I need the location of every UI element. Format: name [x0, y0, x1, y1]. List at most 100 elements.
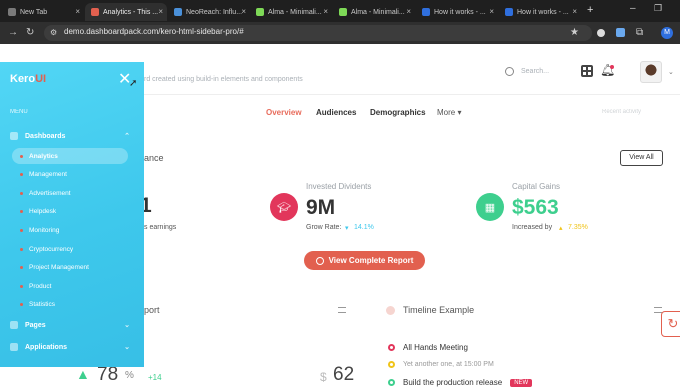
- browser-tab[interactable]: New Tab ×: [2, 3, 84, 21]
- sidebar-logo: KeroUI: [10, 73, 46, 85]
- grid-apps-icon[interactable]: [581, 65, 593, 77]
- tab-favicon-icon: [505, 8, 513, 16]
- sidebar-item[interactable]: Cryptocurrency: [12, 241, 128, 257]
- sidebar-item-label: Product: [29, 282, 52, 290]
- new-tab-button[interactable]: +: [587, 4, 593, 16]
- window-minimize-icon[interactable]: –: [630, 3, 636, 14]
- tab-close-icon[interactable]: ×: [572, 7, 577, 16]
- chevron-down-icon: ⌄: [124, 344, 130, 351]
- tab-close-icon[interactable]: ×: [241, 7, 246, 16]
- tab-label: How it works - ...: [434, 8, 486, 16]
- sidebar-item[interactable]: Management: [12, 167, 128, 183]
- sidebar-item-label: Management: [29, 171, 67, 179]
- sidebar-group-dashboards[interactable]: Dashboards ⌃: [10, 132, 134, 140]
- extensions-puzzle-icon[interactable]: ⧉: [636, 27, 643, 39]
- sidebar-group-applications[interactable]: Applications ⌄: [10, 343, 134, 351]
- url-text: demo.dashboardpack.com/kero-html-sidebar…: [64, 27, 244, 36]
- sidebar-bullet-icon: [20, 247, 23, 251]
- site-info-icon[interactable]: ⚙: [50, 27, 57, 39]
- sidebar-bullet-icon: [20, 210, 23, 214]
- rocket-icon: [10, 132, 18, 140]
- timeline-item-text: All Hands Meeting: [403, 343, 468, 352]
- metric-label-3: Capital Gains: [512, 182, 561, 191]
- sidebar: KeroUI ✕ ➚ MENU Dashboards ⌃ Analytics Ma…: [0, 62, 144, 367]
- profile-avatar[interactable]: M: [661, 27, 673, 39]
- browser-tab-bar: New Tab × Analytics - This ... × NeoReach: I…: [0, 0, 680, 22]
- tab-audiences[interactable]: Audiences: [316, 108, 356, 117]
- sidebar-item[interactable]: Analytics: [12, 148, 128, 164]
- browser-tab[interactable]: How it works - ... ×: [499, 3, 581, 21]
- browser-tab[interactable]: How it works - ... ×: [416, 3, 498, 21]
- reload-icon[interactable]: ↻: [26, 27, 34, 39]
- tab-close-icon[interactable]: ×: [489, 7, 494, 16]
- user-avatar[interactable]: [640, 61, 662, 83]
- browser-tab[interactable]: Alma - Minimali... ×: [333, 3, 415, 21]
- metric-increase-label: Increased by: [512, 224, 553, 231]
- metric-value-2: 9M: [306, 196, 336, 219]
- tab-favicon-icon: [8, 8, 16, 16]
- timeline-item: Yet another one, at 15:00 PM: [388, 361, 494, 368]
- sidebar-item[interactable]: Monitoring: [12, 222, 128, 238]
- tab-favicon-icon: [174, 8, 182, 16]
- sidebar-item[interactable]: Helpdesk: [12, 204, 128, 220]
- timeline-item: All Hands Meeting: [388, 343, 468, 352]
- applications-icon: [10, 343, 18, 351]
- sidebar-item[interactable]: Product: [12, 278, 128, 294]
- tab-close-icon[interactable]: ×: [406, 7, 411, 16]
- window-restore-icon[interactable]: ❐: [654, 3, 662, 14]
- sidebar-item-label: Monitoring: [29, 226, 60, 234]
- timeline-dot: [388, 344, 395, 351]
- sidebar-group-pages[interactable]: Pages ⌄: [10, 321, 134, 329]
- browser-tab[interactable]: Alma - Minimali... ×: [250, 3, 332, 21]
- sidebar-item-label: Helpdesk: [29, 208, 57, 216]
- view-all-button[interactable]: View All: [620, 150, 663, 166]
- sidebar-item[interactable]: Statistics: [12, 297, 128, 313]
- search-icon[interactable]: [505, 67, 514, 76]
- tab-more[interactable]: More ▾: [437, 108, 461, 117]
- recent-activity-hint: Recent activity: [602, 109, 642, 115]
- sidebar-item-label: Advertisement: [29, 189, 71, 197]
- metric-grow-label: Grow Rate:: [306, 224, 342, 231]
- header-divider: [144, 94, 680, 95]
- tab-close-icon[interactable]: ×: [323, 7, 328, 16]
- tab-favicon-icon: [339, 8, 347, 16]
- bookmark-star-icon[interactable]: ★: [570, 27, 579, 39]
- metric-grow-value: 14.1%: [354, 224, 374, 231]
- tab-close-icon[interactable]: ×: [75, 7, 80, 16]
- tab-favicon-icon: [91, 8, 99, 16]
- tab-label: Alma - Minimali...: [268, 8, 322, 16]
- timeline-title: Timeline Example: [403, 305, 475, 315]
- browser-tab[interactable]: Analytics - This ... ×: [85, 3, 167, 21]
- browser-tab[interactable]: NeoReach: Influ... ×: [168, 3, 250, 21]
- chevron-down-icon[interactable]: ⌄: [668, 68, 674, 76]
- download-icon[interactable]: [616, 28, 625, 37]
- sidebar-item-label: Analytics: [29, 152, 58, 160]
- timeline-item-text: Yet another one, at 15:00 PM: [403, 361, 494, 368]
- sidebar-item-label: Project Management: [29, 264, 89, 272]
- search-input[interactable]: Search...: [521, 68, 549, 75]
- forward-icon[interactable]: →: [8, 27, 18, 39]
- sidebar-item-label: Cryptocurrency: [29, 245, 74, 253]
- tab-demographics[interactable]: Demographics: [370, 108, 426, 117]
- sidebar-bullet-icon: [20, 191, 23, 195]
- stat-delta: +14: [148, 373, 162, 382]
- browser-address-bar: → ↻ ⚙ demo.dashboardpack.com/kero-html-s…: [0, 22, 680, 44]
- card-menu-icon[interactable]: [338, 307, 346, 313]
- graduation-cap-icon: 🎓︎: [270, 193, 298, 221]
- sidebar-item[interactable]: Advertisement: [12, 185, 128, 201]
- view-complete-report-button[interactable]: View Complete Report: [304, 251, 425, 270]
- up-arrow-icon: ▴: [559, 225, 563, 232]
- settings-fab[interactable]: ↻: [661, 311, 680, 337]
- sidebar-item[interactable]: Project Management: [12, 260, 128, 276]
- tab-overview[interactable]: Overview: [266, 108, 302, 117]
- sidebar-bullet-icon: [20, 228, 23, 232]
- tab-close-icon[interactable]: ×: [158, 7, 163, 16]
- building-icon: ▦: [476, 193, 504, 221]
- section-title: ance: [144, 153, 164, 163]
- stat-value-2-prefix: $: [320, 370, 327, 384]
- extension-icon[interactable]: [597, 29, 605, 37]
- tab-label: NeoReach: Influ...: [186, 8, 243, 16]
- trend-up-icon: ▲: [76, 366, 90, 382]
- metric-label-2: Invested Dividents: [306, 182, 372, 191]
- report-title: port: [144, 305, 160, 315]
